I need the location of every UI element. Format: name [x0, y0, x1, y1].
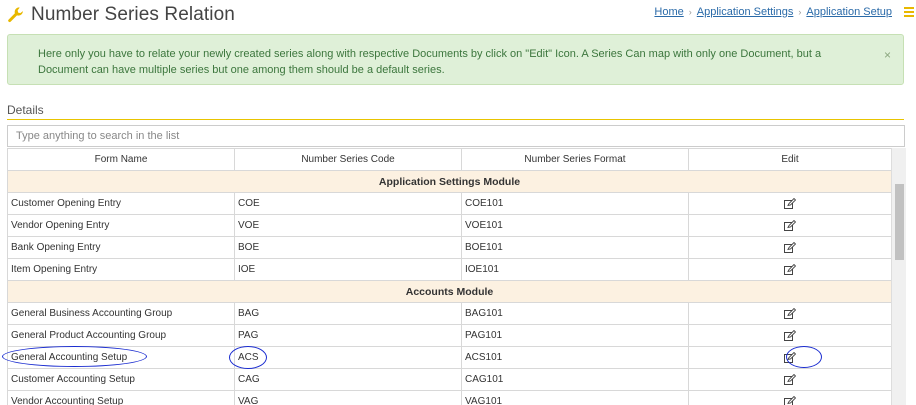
column-header-edit: Edit	[688, 148, 892, 171]
breadcrumb-home-link[interactable]: Home	[654, 6, 683, 18]
table-row: General Business Accounting Group BAG BA…	[7, 302, 892, 325]
column-header-series-code[interactable]: Number Series Code	[234, 148, 462, 171]
form-name-cell: Customer Opening Entry	[7, 192, 235, 215]
edit-cell	[688, 214, 892, 237]
scrollbar-thumb[interactable]	[895, 184, 904, 260]
form-name-cell: Vendor Opening Entry	[7, 214, 235, 237]
series-format-cell: VAG101	[461, 390, 689, 405]
edit-cell	[688, 368, 892, 391]
series-code-cell: IOE	[234, 258, 462, 281]
edit-cell	[688, 258, 892, 281]
series-format-cell: BOE101	[461, 236, 689, 259]
module-group-row: Application Settings Module	[7, 170, 892, 193]
series-code-cell: ACS	[234, 346, 462, 369]
alert-message: Here only you have to relate your newly …	[38, 48, 822, 76]
table-scrollbar[interactable]	[891, 148, 906, 405]
form-name-cell: General Business Accounting Group	[7, 302, 235, 325]
breadcrumb-separator: ›	[688, 7, 692, 17]
table-row: Vendor Opening Entry VOE VOE101	[7, 214, 892, 237]
series-format-cell: PAG101	[461, 324, 689, 347]
series-code-cell: BAG	[234, 302, 462, 325]
series-format-cell: IOE101	[461, 258, 689, 281]
form-name-cell: Bank Opening Entry	[7, 236, 235, 259]
edit-cell	[688, 192, 892, 215]
edit-icon[interactable]	[784, 373, 796, 385]
series-table-container: Form Name Number Series Code Number Seri…	[7, 148, 906, 405]
page-header: Number Series Relation Home › Applicatio…	[0, 0, 916, 34]
wrench-icon	[8, 7, 23, 23]
series-code-cell: CAG	[234, 368, 462, 391]
series-format-cell: BAG101	[461, 302, 689, 325]
form-name-cell: Customer Accounting Setup	[7, 368, 235, 391]
edit-cell	[688, 302, 892, 325]
series-format-cell: CAG101	[461, 368, 689, 391]
series-code-cell: VOE	[234, 214, 462, 237]
series-format-cell: ACS101	[461, 346, 689, 369]
breadcrumb-application-setup-link[interactable]: Application Setup	[806, 6, 892, 18]
breadcrumb: Home › Application Settings › Applicatio…	[654, 6, 892, 18]
edit-icon[interactable]	[784, 197, 796, 209]
module-group-row: Accounts Module	[7, 280, 892, 303]
edit-cell	[688, 390, 892, 405]
series-code-cell: COE	[234, 192, 462, 215]
series-code-cell: VAG	[234, 390, 462, 405]
details-heading: Details	[7, 103, 44, 117]
edit-icon[interactable]	[784, 395, 796, 405]
series-code-cell: BOE	[234, 236, 462, 259]
menu-icon[interactable]	[904, 7, 914, 17]
form-name-cell: Vendor Accounting Setup	[7, 390, 235, 405]
search-input[interactable]	[7, 125, 905, 147]
module-label: Accounts Module	[7, 280, 892, 303]
module-label: Application Settings Module	[7, 170, 892, 193]
edit-icon[interactable]	[784, 241, 796, 253]
table-row: Vendor Accounting Setup VAG VAG101	[7, 390, 892, 405]
form-name-cell: General Product Accounting Group	[7, 324, 235, 347]
form-name-cell: General Accounting Setup	[7, 346, 235, 369]
table-row: General Product Accounting Group PAG PAG…	[7, 324, 892, 347]
edit-icon[interactable]	[784, 307, 796, 319]
table-row: Bank Opening Entry BOE BOE101	[7, 236, 892, 259]
series-format-cell: COE101	[461, 192, 689, 215]
series-table: Form Name Number Series Code Number Seri…	[7, 148, 892, 405]
table-row: Customer Accounting Setup CAG CAG101	[7, 368, 892, 391]
breadcrumb-separator: ›	[798, 7, 802, 17]
page-title: Number Series Relation	[31, 4, 235, 25]
close-icon[interactable]: ×	[884, 47, 891, 63]
edit-cell	[688, 346, 892, 369]
edit-icon[interactable]	[784, 219, 796, 231]
series-format-cell: VOE101	[461, 214, 689, 237]
breadcrumb-application-settings-link[interactable]: Application Settings	[697, 6, 794, 18]
series-code-cell: PAG	[234, 324, 462, 347]
form-name-cell: Item Opening Entry	[7, 258, 235, 281]
info-alert: Here only you have to relate your newly …	[7, 34, 904, 85]
edit-icon[interactable]	[784, 263, 796, 275]
table-row: General Accounting Setup ACS ACS101	[7, 346, 892, 369]
edit-icon[interactable]	[784, 329, 796, 341]
table-header-row: Form Name Number Series Code Number Seri…	[7, 148, 892, 171]
edit-icon[interactable]	[784, 351, 796, 363]
column-header-form-name[interactable]: Form Name	[7, 148, 235, 171]
title-wrap: Number Series Relation	[7, 4, 235, 26]
table-row: Item Opening Entry IOE IOE101	[7, 258, 892, 281]
edit-cell	[688, 236, 892, 259]
table-row: Customer Opening Entry COE COE101	[7, 192, 892, 215]
edit-cell	[688, 324, 892, 347]
column-header-series-format[interactable]: Number Series Format	[461, 148, 689, 171]
details-divider	[7, 119, 904, 120]
